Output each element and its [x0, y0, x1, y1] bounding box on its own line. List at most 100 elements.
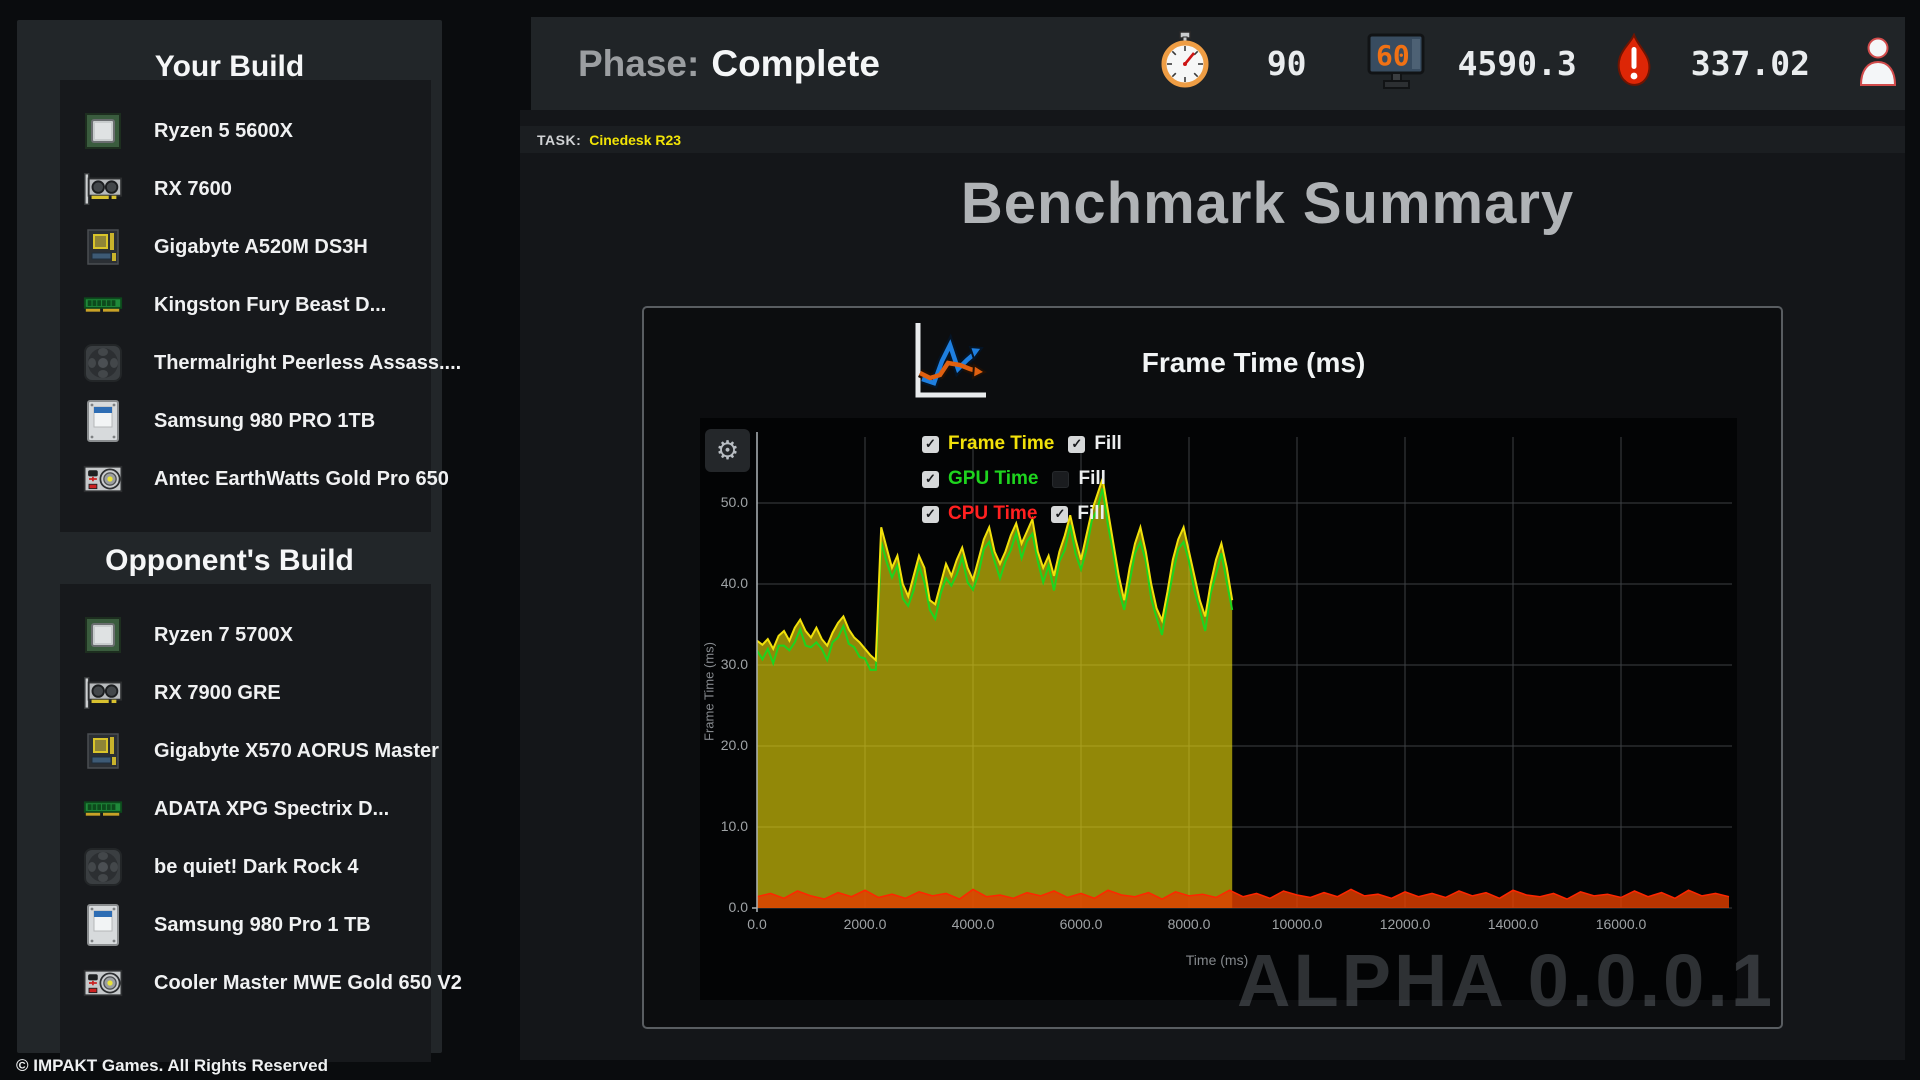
x-tick-label: 12000.0 [1365, 916, 1445, 932]
chart-panel-header: Frame Time (ms) [566, 318, 1703, 408]
task-value: Cinedesk R23 [589, 132, 681, 148]
component-label: Antec EarthWatts Gold Pro 650 [154, 468, 449, 491]
chart-panel: Frame Time (ms) ⚙ ✓ Frame Time ✓ Fill ✓ GPU T… [642, 306, 1783, 1029]
component-label: Samsung 980 PRO 1TB [154, 410, 375, 433]
chart-canvas[interactable]: ⚙ ✓ Frame Time ✓ Fill ✓ GPU Time Fill ✓ CPU Time… [700, 418, 1737, 1000]
x-tick-label: 8000.0 [1149, 916, 1229, 932]
phase-label: Phase: [578, 43, 699, 84]
legend-fill-checkbox[interactable] [1052, 471, 1069, 488]
x-tick-label: 4000.0 [933, 916, 1013, 932]
component-label: Thermalright Peerless Assass.... [154, 352, 461, 375]
gpu-icon [82, 672, 124, 714]
chart-title: Frame Time (ms) [1142, 347, 1366, 379]
x-tick-label: 2000.0 [825, 916, 905, 932]
chart-legend: ✓ Frame Time ✓ Fill ✓ GPU Time Fill ✓ CPU Time ✓ F… [922, 430, 1122, 528]
component-label: Gigabyte X570 AORUS Master [154, 740, 439, 763]
component-row[interactable]: be quiet! Dark Rock 4 [60, 838, 431, 896]
opponent-build-title: Opponent's Build [17, 544, 442, 578]
y-tick-label: 50.0 [704, 494, 748, 510]
phase-value: Complete [711, 43, 880, 84]
page-title: Benchmark Summary [575, 170, 1920, 237]
task-label: TASK: [537, 132, 581, 148]
x-tick-label: 0.0 [717, 916, 797, 932]
ram-icon [82, 284, 124, 326]
drive-icon [82, 400, 124, 442]
build-sidebar: Your Build Ryzen 5 5600X RX 7600 Gigabyte … [17, 20, 442, 1053]
x-tick-label: 6000.0 [1041, 916, 1121, 932]
component-row[interactable]: Cooler Master MWE Gold 650 V2 [60, 954, 431, 1012]
legend-series-label: GPU Time [948, 468, 1038, 490]
component-label: RX 7900 GRE [154, 682, 281, 705]
component-row[interactable]: Gigabyte X570 AORUS Master [60, 722, 431, 780]
component-row[interactable]: RX 7600 [60, 160, 431, 218]
legend-row: ✓ Frame Time ✓ Fill [922, 430, 1122, 458]
alpha-watermark: ALPHA 0.0.0.1 [1237, 938, 1775, 1023]
cpu-icon [82, 110, 124, 152]
monitor-icon: 60 [1367, 32, 1425, 95]
legend-checkbox[interactable]: ✓ [922, 471, 939, 488]
stopwatch-icon [1160, 31, 1210, 96]
person-icon[interactable] [1857, 33, 1899, 94]
cooler-icon [82, 342, 124, 384]
line-chart-icon [904, 317, 992, 410]
y-tick-label: 40.0 [704, 575, 748, 591]
component-label: Ryzen 7 5700X [154, 624, 293, 647]
cpu-icon [82, 614, 124, 656]
component-row[interactable]: Samsung 980 Pro 1 TB [60, 896, 431, 954]
legend-fill-label: Fill [1094, 433, 1121, 455]
y-tick-label: 0.0 [704, 899, 748, 915]
component-row[interactable]: Antec EarthWatts Gold Pro 650 [60, 450, 431, 508]
x-tick-label: 16000.0 [1581, 916, 1661, 932]
component-label: be quiet! Dark Rock 4 [154, 856, 359, 879]
heat-value: 337.02 [1691, 44, 1810, 83]
cooler-icon [82, 846, 124, 888]
copyright-footer: © IMPAKT Games. All Rights Reserved [16, 1056, 328, 1076]
task-strip: TASK: Cinedesk R23 [520, 126, 1905, 153]
x-tick-label: 10000.0 [1257, 916, 1337, 932]
y-tick-label: 30.0 [704, 656, 748, 672]
stats-cluster: 90 60 4590.3 337.02 [1160, 31, 1905, 96]
component-row[interactable]: Samsung 980 PRO 1TB [60, 392, 431, 450]
legend-fill-checkbox[interactable]: ✓ [1051, 506, 1068, 523]
component-row[interactable]: Gigabyte A520M DS3H [60, 218, 431, 276]
y-tick-label: 10.0 [704, 818, 748, 834]
component-label: ADATA XPG Spectrix D... [154, 798, 389, 821]
score-value: 4590.3 [1458, 44, 1577, 83]
component-row[interactable]: ADATA XPG Spectrix D... [60, 780, 431, 838]
component-label: Kingston Fury Beast D... [154, 294, 386, 317]
component-row[interactable]: RX 7900 GRE [60, 664, 431, 722]
your-build-title: Your Build [17, 50, 442, 84]
legend-checkbox[interactable]: ✓ [922, 436, 939, 453]
legend-row: ✓ CPU Time ✓ Fill [922, 500, 1122, 528]
gpu-icon [82, 168, 124, 210]
gear-icon[interactable]: ⚙ [705, 429, 750, 472]
legend-series-label: CPU Time [948, 503, 1037, 525]
motherboard-icon [82, 226, 124, 268]
phase-indicator: Phase: Complete [578, 43, 880, 85]
ram-icon [82, 788, 124, 830]
component-row[interactable]: Ryzen 7 5700X [60, 606, 431, 664]
flame-icon [1615, 33, 1653, 94]
component-row[interactable]: Kingston Fury Beast D... [60, 276, 431, 334]
your-build-list: Ryzen 5 5600X RX 7600 Gigabyte A520M DS3H K… [60, 80, 431, 532]
timer-value: 90 [1267, 44, 1307, 83]
legend-checkbox[interactable]: ✓ [922, 506, 939, 523]
legend-fill-label: Fill [1078, 468, 1105, 490]
component-row[interactable]: Thermalright Peerless Assass.... [60, 334, 431, 392]
x-tick-label: 14000.0 [1473, 916, 1553, 932]
motherboard-icon [82, 730, 124, 772]
top-status-bar: Phase: Complete 90 60 [531, 17, 1905, 110]
opponent-build-list: Ryzen 7 5700X RX 7900 GRE Gigabyte X570 AO… [60, 584, 431, 1062]
component-label: Ryzen 5 5600X [154, 120, 293, 143]
legend-series-label: Frame Time [948, 433, 1054, 455]
y-tick-label: 20.0 [704, 737, 748, 753]
main-content: TASK: Cinedesk R23 Benchmark Summary Fra… [520, 110, 1905, 1060]
component-label: Samsung 980 Pro 1 TB [154, 914, 371, 937]
legend-fill-checkbox[interactable]: ✓ [1068, 436, 1085, 453]
psu-icon [82, 458, 124, 500]
legend-fill-label: Fill [1077, 503, 1104, 525]
component-label: RX 7600 [154, 178, 232, 201]
component-label: Gigabyte A520M DS3H [154, 236, 368, 259]
legend-row: ✓ GPU Time Fill [922, 465, 1122, 493]
component-row[interactable]: Ryzen 5 5600X [60, 102, 431, 160]
